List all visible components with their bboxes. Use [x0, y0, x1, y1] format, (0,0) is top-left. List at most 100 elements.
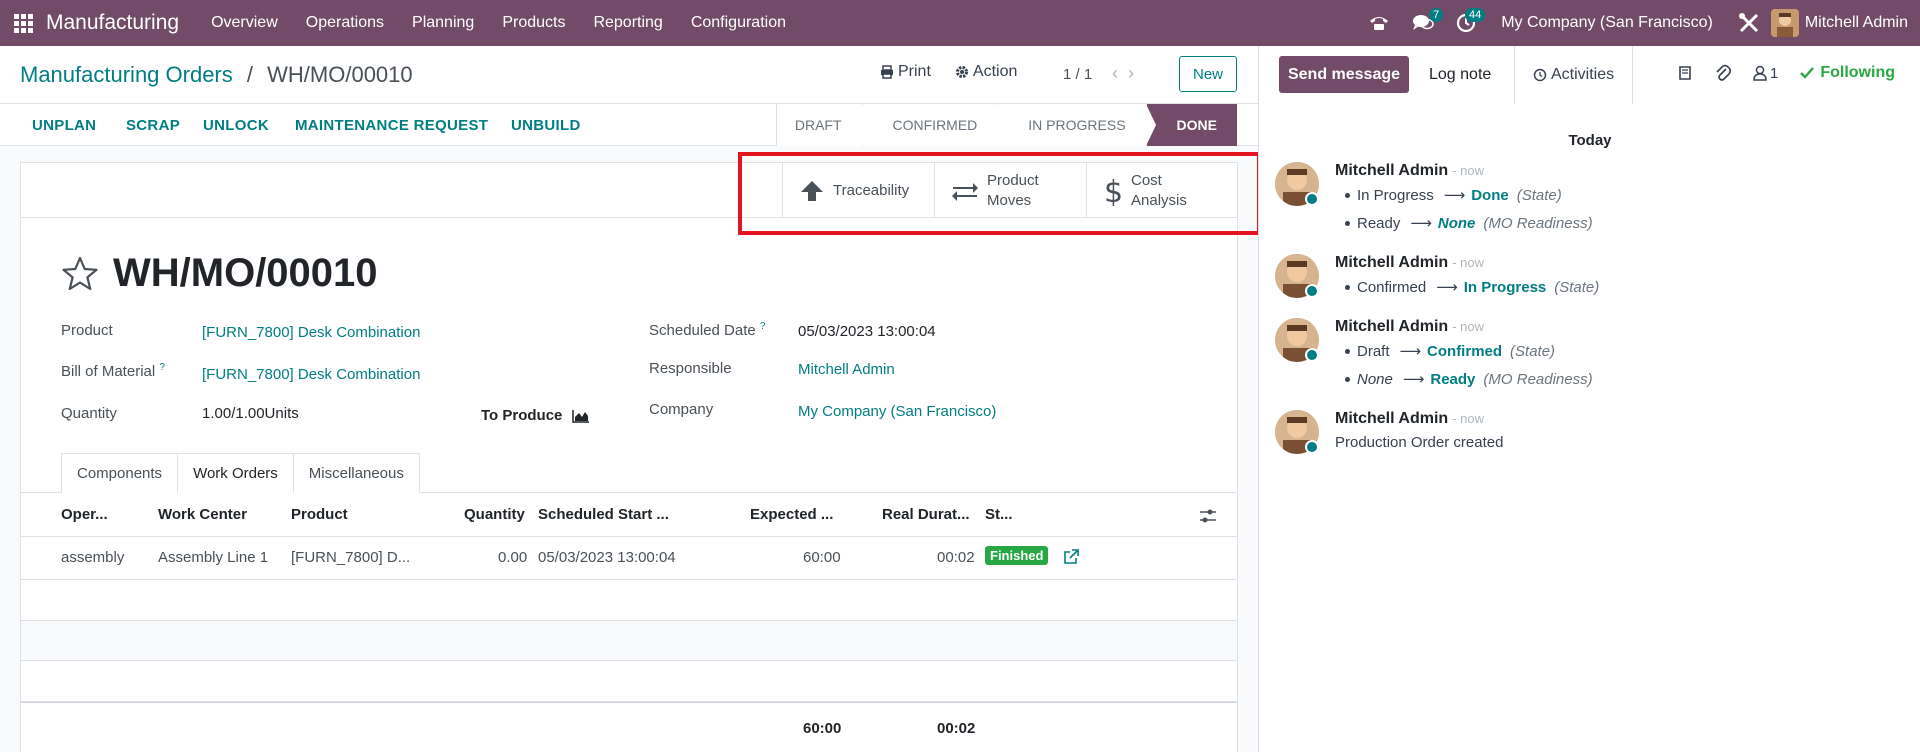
- apps-menu-icon[interactable]: [0, 0, 46, 46]
- cell-expected-duration: 60:00: [803, 549, 841, 566]
- new-value: Done: [1471, 186, 1509, 204]
- old-value: In Progress: [1357, 186, 1434, 204]
- breadcrumb-manufacturing-orders[interactable]: Manufacturing Orders: [20, 62, 233, 87]
- cell-scheduled-start: 05/03/2023 13:00:04: [538, 549, 676, 566]
- company-field[interactable]: My Company (San Francisco): [798, 403, 996, 420]
- col-status[interactable]: St...: [985, 506, 1013, 523]
- message-time: - now: [1452, 411, 1484, 426]
- unbuild-button[interactable]: UNBUILD: [511, 117, 581, 134]
- chevron-left-icon[interactable]: ‹: [1112, 63, 1128, 83]
- app-name[interactable]: Manufacturing: [46, 11, 179, 35]
- log-note-button[interactable]: Log note: [1429, 66, 1491, 84]
- col-real-duration[interactable]: Real Durat...: [882, 506, 970, 523]
- star-icon[interactable]: [61, 255, 99, 293]
- unplan-button[interactable]: UNPLAN: [32, 117, 96, 134]
- followers-count: 1: [1770, 64, 1779, 82]
- col-scheduled-start[interactable]: Scheduled Start ...: [538, 506, 669, 523]
- record-title: WH/MO/00010: [113, 251, 378, 295]
- chevron-right-icon[interactable]: ›: [1128, 63, 1144, 83]
- col-work-center[interactable]: Work Center: [158, 506, 247, 523]
- send-message-button[interactable]: Send message: [1279, 56, 1409, 93]
- activities-clock-icon[interactable]: 44: [1445, 0, 1487, 46]
- responsible-field[interactable]: Mitchell Admin: [798, 361, 895, 378]
- breadcrumb-separator: /: [246, 62, 254, 87]
- following-button[interactable]: Following: [1800, 64, 1895, 82]
- col-product[interactable]: Product: [291, 506, 348, 523]
- message-author[interactable]: Mitchell Admin: [1335, 254, 1448, 271]
- cell-work-center: Assembly Line 1: [158, 549, 269, 566]
- unlock-button[interactable]: UNLOCK: [203, 117, 269, 134]
- product-field[interactable]: [FURN_7800] Desk Combination: [202, 324, 420, 341]
- changed-field: (State): [1510, 342, 1556, 360]
- col-quantity[interactable]: Quantity: [464, 506, 525, 523]
- to-produce-button[interactable]: To Produce: [481, 407, 590, 424]
- print-button[interactable]: Print: [880, 63, 931, 81]
- external-link-icon[interactable]: [1063, 549, 1079, 565]
- step-done[interactable]: DONE: [1145, 104, 1237, 146]
- breadcrumb-current: WH/MO/00010: [267, 62, 413, 87]
- step-in-progress[interactable]: IN PROGRESS: [997, 104, 1156, 146]
- messages-count-badge: 7: [1429, 8, 1444, 22]
- activities-button[interactable]: Activities: [1514, 46, 1634, 104]
- step-confirmed[interactable]: CONFIRMED: [861, 104, 1008, 146]
- check-icon: [1800, 67, 1815, 79]
- tab-components[interactable]: Components: [61, 453, 179, 493]
- col-operation[interactable]: Oper...: [61, 506, 108, 523]
- pager-arrows: ‹›: [1112, 63, 1144, 84]
- tab-work-orders[interactable]: Work Orders: [177, 453, 294, 493]
- menu-overview[interactable]: Overview: [197, 14, 292, 32]
- online-status-dot: [1305, 440, 1319, 454]
- date-separator: Today: [1568, 132, 1612, 149]
- totals-divider: [21, 702, 1237, 703]
- company-label: Company: [649, 401, 714, 418]
- menu-planning[interactable]: Planning: [398, 14, 488, 32]
- arrow-right-icon: ⟶: [1399, 343, 1422, 360]
- scrap-button[interactable]: SCRAP: [126, 117, 180, 134]
- cell-operation: assembly: [61, 549, 125, 566]
- messages-icon[interactable]: 7: [1401, 0, 1445, 46]
- menu-operations[interactable]: Operations: [292, 14, 398, 32]
- quantity-field[interactable]: 1.00/1.00Units: [202, 405, 299, 422]
- company-switcher[interactable]: My Company (San Francisco): [1487, 14, 1727, 32]
- debug-tools-icon[interactable]: [1727, 0, 1771, 46]
- product-label: Product: [61, 322, 113, 339]
- book-icon[interactable]: [1677, 65, 1693, 81]
- form-sheet: Traceability Product Moves $ Cost Analys…: [20, 162, 1238, 752]
- action-label: Action: [972, 63, 1018, 80]
- message-author[interactable]: Mitchell Admin: [1335, 318, 1448, 335]
- pager-value[interactable]: 1 / 1: [1063, 66, 1092, 83]
- new-value: In Progress: [1463, 278, 1547, 296]
- chatter-message: Mitchell Admin - now In Progress ⟶ Done (…: [1275, 162, 1895, 242]
- message-time: - now: [1452, 319, 1484, 334]
- followers-button[interactable]: 1: [1753, 65, 1778, 82]
- tracking-change: In Progress ⟶ Done (State): [1345, 186, 1562, 204]
- notebook-tabs: Components Work Orders Miscellaneous: [61, 453, 420, 493]
- menu-configuration[interactable]: Configuration: [677, 14, 800, 32]
- maintenance-request-button[interactable]: MAINTENANCE REQUEST: [295, 117, 488, 134]
- paperclip-icon[interactable]: [1715, 64, 1731, 82]
- col-expected-duration[interactable]: Expected ...: [750, 506, 833, 523]
- bom-help-icon[interactable]: ?: [159, 362, 165, 373]
- menu-products[interactable]: Products: [488, 14, 579, 32]
- new-button[interactable]: New: [1179, 56, 1237, 92]
- chatter-message: Mitchell Admin - now Production Order cre…: [1275, 410, 1895, 460]
- action-button[interactable]: Action: [955, 63, 1017, 81]
- tab-miscellaneous[interactable]: Miscellaneous: [292, 453, 420, 493]
- message-time: - now: [1452, 255, 1484, 270]
- status-badge: Finished: [985, 546, 1049, 565]
- voip-phone-icon[interactable]: [1357, 0, 1401, 46]
- menu-reporting[interactable]: Reporting: [579, 14, 676, 32]
- message-author[interactable]: Mitchell Admin: [1335, 162, 1448, 179]
- scheduled-help-icon[interactable]: ?: [760, 321, 766, 332]
- tracking-change: Draft ⟶ Confirmed (State): [1344, 342, 1556, 360]
- bom-field[interactable]: [FURN_7800] Desk Combination: [202, 366, 420, 383]
- message-author[interactable]: Mitchell Admin: [1335, 410, 1448, 427]
- responsible-label: Responsible: [649, 360, 732, 377]
- user-menu[interactable]: Mitchell Admin: [1770, 9, 1920, 37]
- scheduled-date-field[interactable]: 05/03/2023 13:00:04: [798, 323, 936, 340]
- column-settings-icon[interactable]: [1199, 508, 1217, 524]
- step-draft[interactable]: DRAFT: [775, 104, 872, 146]
- breadcrumb: Manufacturing Orders / WH/MO/00010: [20, 62, 413, 88]
- online-status-dot: [1305, 348, 1319, 362]
- to-produce-label: To Produce: [481, 407, 563, 424]
